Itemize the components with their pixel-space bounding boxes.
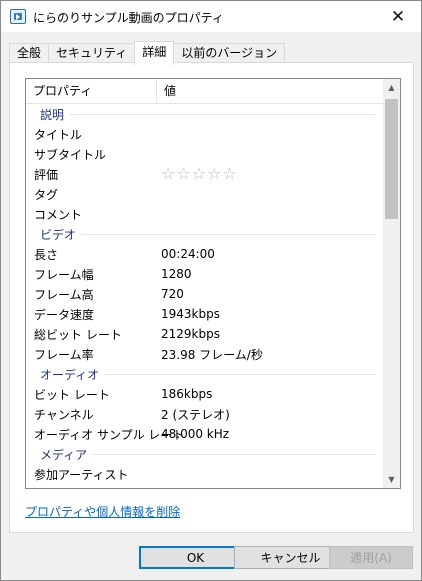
group-label: オーディオ — [40, 367, 100, 382]
property-value: 2129kbps — [161, 327, 220, 341]
title-bar: にらのりサンプル動画のプロパティ ✕ — [1, 1, 421, 32]
list-header: プロパティ 値 — [26, 79, 384, 104]
close-button[interactable]: ✕ — [375, 1, 421, 32]
property-value: 1280 — [161, 267, 192, 281]
property-rows: 説明 タイトル サブタイトル 評価 ☆☆☆☆☆ タグ コメント ビデオ 長さ 0… — [26, 104, 384, 484]
property-row-length[interactable]: 長さ 00:24:00 — [26, 244, 384, 264]
property-key: フレーム率 — [34, 347, 94, 362]
apply-button[interactable]: 適用(A) — [329, 546, 413, 569]
property-value: 186kbps — [161, 387, 213, 401]
tab-details[interactable]: 詳細 — [134, 41, 175, 65]
group-header-audio: オーディオ — [26, 364, 384, 384]
group-header-description: 説明 — [26, 104, 384, 124]
property-row-comment[interactable]: コメント — [26, 204, 384, 224]
window-title: にらのりサンプル動画のプロパティ — [33, 11, 224, 25]
column-header-property[interactable]: プロパティ — [26, 79, 157, 103]
vertical-scrollbar[interactable]: ▲ ▼ — [383, 79, 400, 488]
group-header-media: メディア — [26, 444, 384, 464]
property-key: オーディオ サンプル レート — [34, 427, 185, 442]
property-value: 48.000 kHz — [161, 427, 230, 441]
group-divider — [105, 373, 376, 375]
properties-window: にらのりサンプル動画のプロパティ ✕ 全般 セキュリティ 詳細 以前のバージョン… — [0, 0, 422, 581]
property-row-frame-rate[interactable]: フレーム率 23.98 フレーム/秒 — [26, 344, 384, 364]
property-row-data-rate[interactable]: データ速度 1943kbps — [26, 304, 384, 324]
tab-security[interactable]: セキュリティ — [48, 43, 136, 64]
property-key: フレーム幅 — [34, 267, 94, 282]
property-key: タイトル — [34, 127, 83, 142]
property-key: タグ — [34, 187, 59, 202]
scroll-thumb[interactable] — [385, 99, 398, 219]
property-row-rating[interactable]: 評価 ☆☆☆☆☆ — [26, 164, 384, 184]
video-file-icon — [10, 9, 26, 24]
property-row-total-bitrate[interactable]: 総ビット レート 2129kbps — [26, 324, 384, 344]
property-value: 23.98 フレーム/秒 — [161, 347, 263, 362]
property-value: 2 (ステレオ) — [161, 407, 230, 422]
property-key: 評価 — [34, 167, 59, 182]
property-key: ビット レート — [34, 387, 110, 402]
property-row-audio-bitrate[interactable]: ビット レート 186kbps — [26, 384, 384, 404]
tab-previous-versions[interactable]: 以前のバージョン — [173, 43, 286, 64]
property-row-channels[interactable]: チャンネル 2 (ステレオ) — [26, 404, 384, 424]
group-divider — [93, 453, 376, 455]
group-label: 説明 — [40, 107, 65, 122]
property-row-frame-height[interactable]: フレーム高 720 — [26, 284, 384, 304]
property-value: 720 — [161, 287, 184, 301]
property-key: データ速度 — [34, 307, 95, 322]
property-row-tags[interactable]: タグ — [26, 184, 384, 204]
property-key: 参加アーティスト — [34, 467, 129, 482]
column-header-value[interactable]: 値 — [157, 79, 384, 103]
tab-general[interactable]: 全般 — [9, 43, 50, 64]
group-divider — [70, 113, 376, 115]
property-key: 長さ — [34, 247, 59, 262]
group-header-video: ビデオ — [26, 224, 384, 244]
property-row-sample-rate[interactable]: オーディオ サンプル レート 48.000 kHz — [26, 424, 384, 444]
property-row-frame-width[interactable]: フレーム幅 1280 — [26, 264, 384, 284]
scroll-down-arrow-icon[interactable]: ▼ — [383, 471, 400, 488]
scroll-up-arrow-icon[interactable]: ▲ — [383, 79, 400, 96]
remove-properties-link[interactable]: プロパティや個人情報を削除 — [25, 503, 180, 520]
property-row-subtitle[interactable]: サブタイトル — [26, 144, 384, 164]
property-key: チャンネル — [34, 407, 94, 422]
property-row-contributing-artists[interactable]: 参加アーティスト — [26, 464, 384, 484]
star-rating-icon[interactable]: ☆☆☆☆☆ — [161, 164, 238, 184]
property-row-title[interactable]: タイトル — [26, 124, 384, 144]
property-key: コメント — [34, 207, 83, 222]
property-key: サブタイトル — [34, 147, 107, 162]
property-key: フレーム高 — [34, 287, 94, 302]
property-key: 総ビット レート — [34, 327, 122, 342]
group-divider — [82, 233, 376, 235]
details-panel: プロパティ 値 説明 タイトル サブタイトル 評価 ☆☆☆☆☆ タグ コメント … — [9, 62, 414, 533]
property-list[interactable]: プロパティ 値 説明 タイトル サブタイトル 評価 ☆☆☆☆☆ タグ コメント … — [25, 78, 401, 489]
property-value: 00:24:00 — [161, 247, 215, 261]
group-label: ビデオ — [40, 227, 77, 242]
tab-strip: 全般 セキュリティ 詳細 以前のバージョン — [9, 41, 286, 65]
property-value: 1943kbps — [161, 307, 220, 321]
group-label: メディア — [40, 447, 88, 462]
